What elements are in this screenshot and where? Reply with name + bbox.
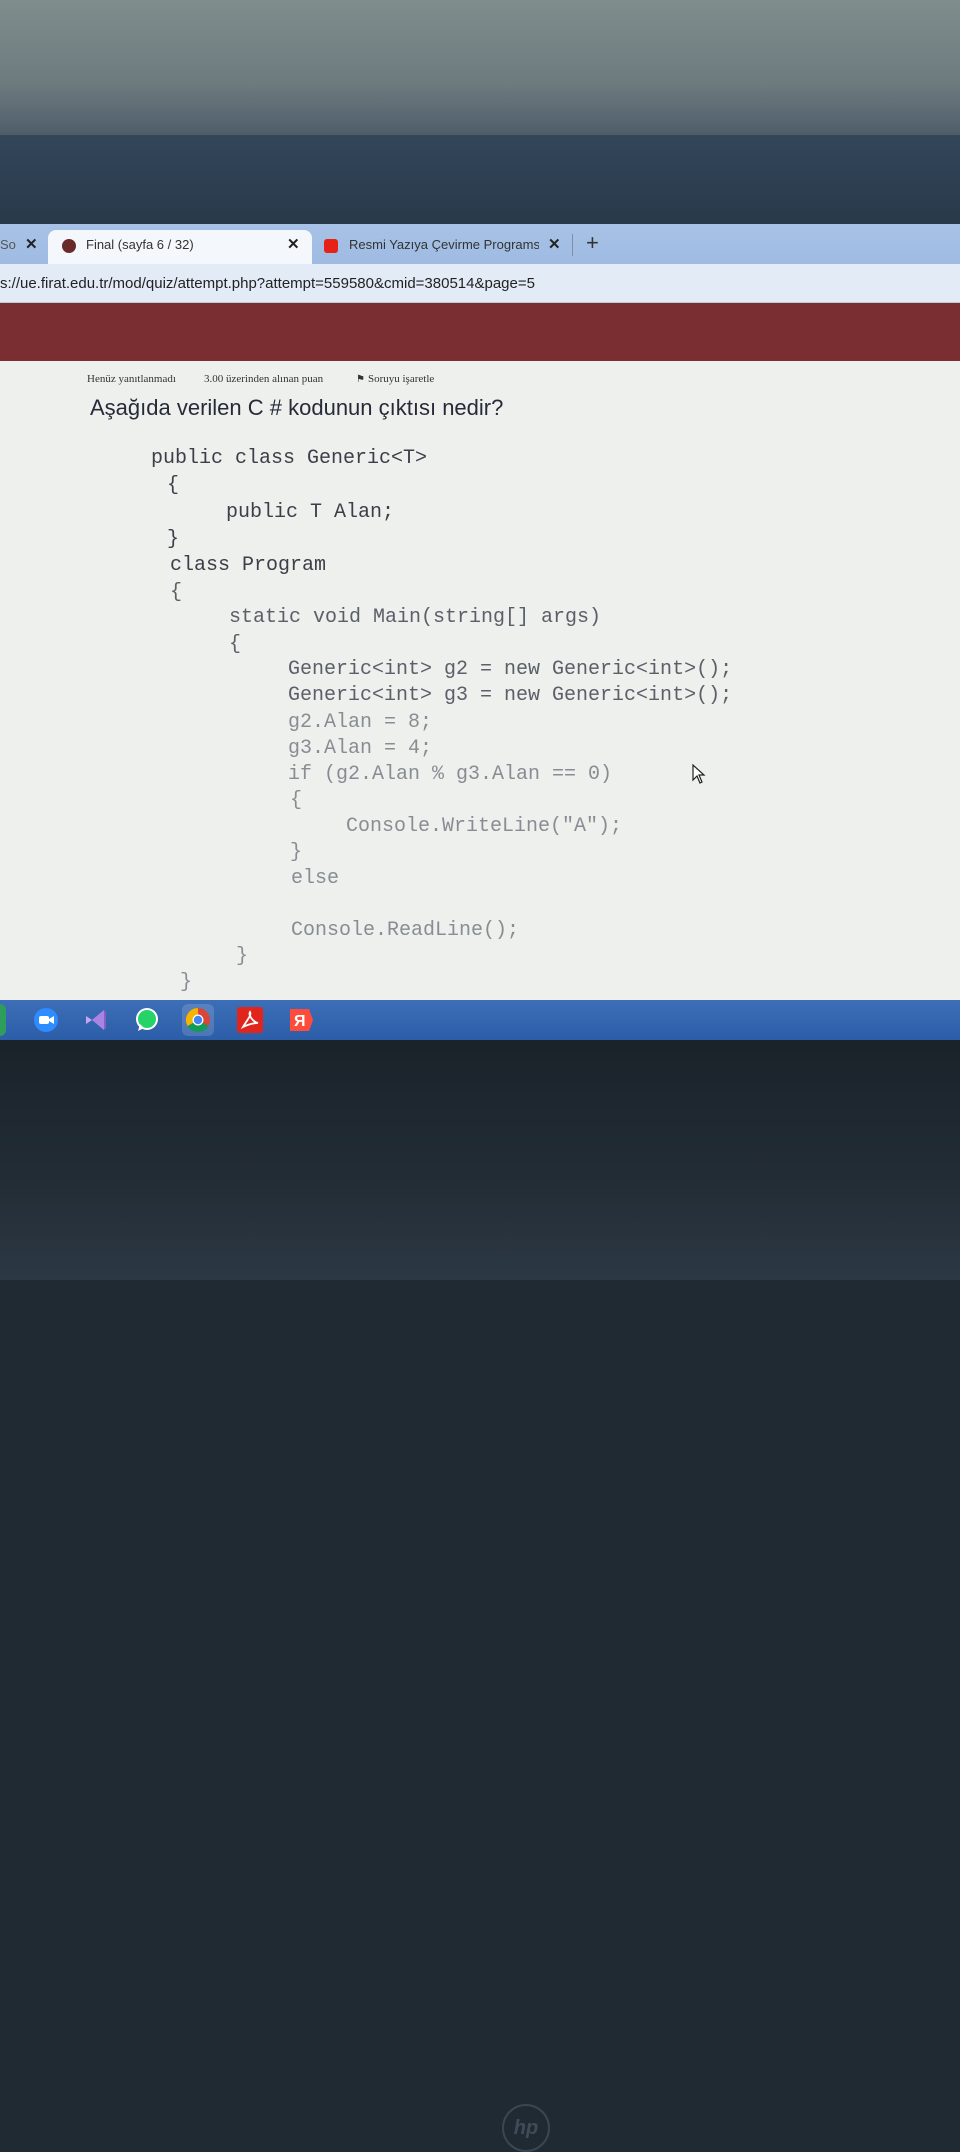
tab-partial[interactable]: So ✕ — [0, 230, 44, 264]
monitor-top-bezel — [0, 135, 960, 327]
question-text: Aşağıda verilen C # kodunun çıktısı nedi… — [90, 395, 504, 420]
tab-close-icon[interactable]: ✕ — [548, 235, 561, 253]
site-header-banner — [0, 303, 960, 361]
code-line: Generic<int> g3 = new Generic<int>(); — [288, 684, 733, 707]
code-line: g2.Alan = 8; — [288, 711, 433, 734]
flag-icon: ⚑ — [356, 374, 365, 385]
tab-close-icon[interactable]: ✕ — [287, 235, 300, 253]
tab-final-quiz[interactable]: Final (sayfa 6 / 32) ✕ — [48, 230, 312, 264]
code-line: Console.WriteLine("A"); — [346, 815, 623, 838]
visual-studio-icon[interactable] — [80, 1004, 112, 1036]
code-line: class Program — [170, 554, 327, 577]
monitor-bottom-bezel: hp — [0, 1040, 960, 2152]
background-wall — [0, 0, 960, 140]
tab-bar: So ✕ Final (sayfa 6 / 32) ✕ Resmi Yazıya… — [0, 224, 960, 264]
whatsapp-icon[interactable] — [131, 1004, 163, 1036]
quiz-content: Henüz yanıtlanmadı 3.00 üzerinden alınan… — [0, 361, 960, 1001]
tab-separator — [572, 234, 573, 256]
yandex-icon[interactable]: Я — [285, 1004, 317, 1036]
code-line: } — [290, 841, 303, 864]
code-line: { — [229, 633, 242, 656]
tab-youtube[interactable]: Resmi Yazıya Çevirme Programsız ✕ — [318, 230, 568, 264]
address-bar[interactable]: s://ue.firat.edu.tr/mod/quiz/attempt.php… — [0, 264, 960, 303]
answer-status: Henüz yanıtlanmadı — [87, 373, 176, 385]
zoom-icon[interactable] — [30, 1004, 62, 1036]
code-line: public T Alan; — [226, 501, 395, 524]
code-line: { — [167, 474, 180, 497]
tab-label: Final (sayfa 6 / 32) — [86, 237, 194, 252]
flag-question-label: Soruyu işaretle — [367, 373, 435, 385]
tab-label: Resmi Yazıya Çevirme Programsız — [349, 237, 539, 252]
code-line: if (g2.Alan % g3.Alan == 0) — [288, 763, 613, 786]
acrobat-icon[interactable] — [234, 1004, 266, 1036]
svg-text:Я: Я — [294, 1013, 306, 1030]
new-tab-button[interactable]: + — [586, 230, 599, 256]
youtube-icon — [324, 239, 338, 253]
code-line: { — [290, 789, 303, 812]
code-line: } — [167, 528, 180, 551]
taskbar: Я — [0, 1000, 960, 1040]
code-line: public class Generic<T> — [151, 447, 428, 470]
screen: So ✕ Final (sayfa 6 / 32) ✕ Resmi Yazıya… — [0, 224, 960, 1040]
flag-question-link[interactable]: ⚑ Soruyu işaretle — [356, 373, 434, 385]
hp-logo-icon: hp — [502, 2104, 550, 2152]
chrome-icon[interactable] — [182, 1004, 214, 1036]
mouse-cursor-icon — [692, 763, 706, 789]
code-line: Console.ReadLine(); — [291, 919, 520, 942]
code-line: Generic<int> g2 = new Generic<int>(); — [288, 658, 733, 681]
tab-label: So — [0, 237, 16, 252]
url-text[interactable]: s://ue.firat.edu.tr/mod/quiz/attempt.php… — [0, 275, 535, 292]
tab-close-icon[interactable]: ✕ — [25, 235, 38, 253]
code-line: else — [291, 867, 340, 890]
code-line: static void Main(string[] args) — [229, 606, 602, 629]
question-points: 3.00 üzerinden alınan puan — [204, 373, 324, 385]
code-line: } — [180, 971, 193, 994]
partial-app-icon[interactable] — [0, 1004, 6, 1036]
code-line: g3.Alan = 4; — [288, 737, 433, 760]
code-line: { — [170, 581, 183, 604]
code-line: } — [236, 945, 249, 968]
moodle-favicon-icon — [62, 239, 76, 253]
